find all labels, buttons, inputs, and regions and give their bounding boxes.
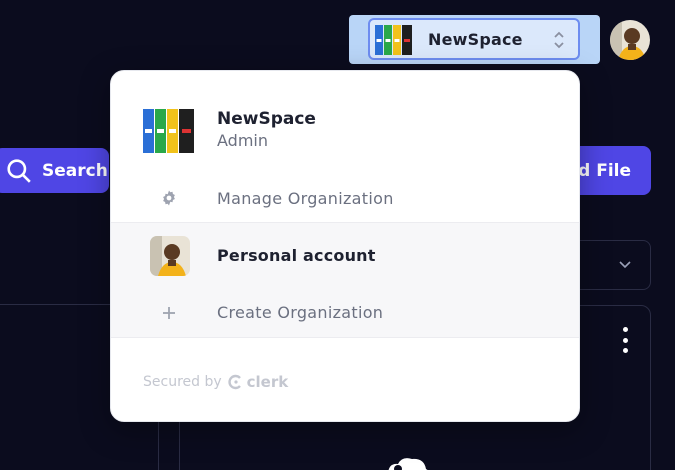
- kebab-menu-icon[interactable]: [615, 325, 635, 355]
- manage-organization-label: Manage Organization: [217, 188, 394, 208]
- clerk-brand-label: clerk: [246, 373, 289, 391]
- active-org-name: NewSpace: [217, 108, 316, 129]
- user-avatar[interactable]: [610, 20, 650, 60]
- org-switcher-popover: NewSpace Admin Manage Organization Perso…: [110, 70, 580, 422]
- org-switcher-label: NewSpace: [428, 29, 523, 49]
- org-switcher-highlight: NewSpace: [349, 15, 600, 64]
- chevron-down-icon: [619, 261, 631, 269]
- active-org-header: NewSpace Admin: [141, 103, 316, 155]
- clerk-brand: clerk: [228, 373, 289, 391]
- personal-account-label: Personal account: [217, 246, 376, 265]
- gear-icon: [163, 190, 175, 206]
- cloud-icon: [388, 458, 428, 470]
- plus-icon: [163, 306, 175, 319]
- chevron-updown-icon: [554, 31, 564, 49]
- org-switcher-button[interactable]: NewSpace: [368, 18, 580, 60]
- create-organization-item[interactable]: Create Organization: [111, 288, 579, 338]
- org-logo-icon: [375, 25, 412, 55]
- create-organization-label: Create Organization: [217, 303, 384, 322]
- search-button[interactable]: Search: [0, 148, 109, 193]
- manage-organization-item[interactable]: Manage Organization: [111, 175, 579, 221]
- search-button-label: Search: [42, 160, 108, 181]
- secured-by-footer: Secured by clerk: [143, 373, 288, 391]
- org-logo-icon: [143, 109, 194, 153]
- active-org-role: Admin: [217, 130, 268, 150]
- avatar: [150, 236, 190, 276]
- search-icon: [7, 158, 31, 183]
- secured-by-text: Secured by: [143, 374, 222, 390]
- personal-account-item[interactable]: Personal account: [111, 222, 579, 288]
- clerk-logo-icon: [228, 374, 241, 390]
